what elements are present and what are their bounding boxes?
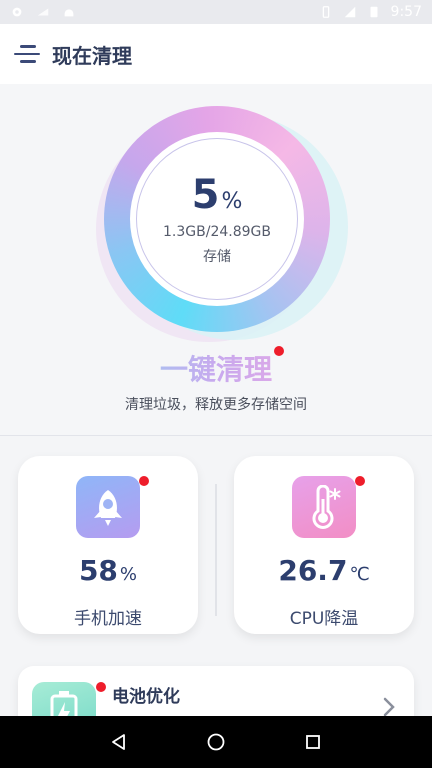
battery-badge-dot bbox=[96, 682, 106, 692]
cpu-badge-dot bbox=[355, 476, 365, 486]
battery-title: 电池优化 bbox=[112, 687, 180, 707]
boost-value: 58% bbox=[18, 554, 198, 587]
settings-icon bbox=[12, 7, 22, 17]
recents-square-icon bbox=[306, 735, 321, 749]
status-time: 9:57 bbox=[390, 4, 422, 20]
boost-badge-dot bbox=[139, 476, 149, 486]
back-button[interactable] bbox=[107, 730, 131, 754]
storage-ring[interactable]: 5 % 1.3GB/24.89GB 存储 bbox=[96, 106, 348, 346]
home-circle-icon bbox=[207, 733, 225, 751]
boost-unit: % bbox=[119, 564, 138, 585]
one-key-clean-button[interactable]: 一键清理 bbox=[0, 348, 432, 388]
rocket-icon bbox=[76, 476, 140, 538]
storage-percent: 5 bbox=[191, 172, 220, 218]
menu-icon[interactable] bbox=[14, 43, 40, 65]
home-button[interactable] bbox=[204, 730, 228, 754]
cpu-value: 26.7 ℃ bbox=[234, 554, 414, 587]
boost-percent: 58 bbox=[78, 554, 118, 587]
storage-readout: 5 % 1.3GB/24.89GB 存储 bbox=[130, 132, 304, 306]
cpu-unit: ℃ bbox=[349, 564, 370, 585]
vibrate-icon bbox=[322, 6, 329, 18]
storage-percent-unit: % bbox=[221, 189, 243, 214]
page-title: 现在清理 bbox=[52, 43, 132, 68]
chevron-right-icon[interactable] bbox=[382, 696, 396, 718]
clean-badge-dot bbox=[274, 346, 284, 356]
recents-button[interactable] bbox=[301, 730, 325, 754]
card-divider bbox=[215, 484, 217, 616]
app-bar: 现在清理 bbox=[0, 24, 432, 84]
cpu-temperature: 26.7 bbox=[278, 554, 348, 587]
status-bar: 9:57 bbox=[0, 0, 432, 24]
cpu-label: CPU降温 bbox=[289, 609, 359, 629]
signal-icon bbox=[37, 8, 49, 16]
cpu-cool-card[interactable]: 26.7 ℃ CPU降温 bbox=[234, 456, 414, 634]
back-triangle-icon bbox=[111, 734, 125, 750]
system-nav-bar bbox=[0, 716, 432, 768]
storage-hero: 5 % 1.3GB/24.89GB 存储 一键清理 清理垃圾，释放更多存储空间 bbox=[0, 84, 432, 436]
mobile-signal-icon bbox=[344, 6, 355, 18]
storage-label: 存储 bbox=[203, 249, 231, 265]
phone-boost-card[interactable]: 58% 手机加速 bbox=[18, 456, 198, 634]
android-icon bbox=[64, 9, 74, 17]
thermometer-icon bbox=[292, 476, 356, 538]
clean-subtitle: 清理垃圾，释放更多存储空间 bbox=[125, 397, 307, 413]
battery-icon bbox=[370, 6, 378, 18]
storage-detail: 1.3GB/24.89GB bbox=[163, 224, 271, 240]
boost-label: 手机加速 bbox=[74, 609, 142, 629]
